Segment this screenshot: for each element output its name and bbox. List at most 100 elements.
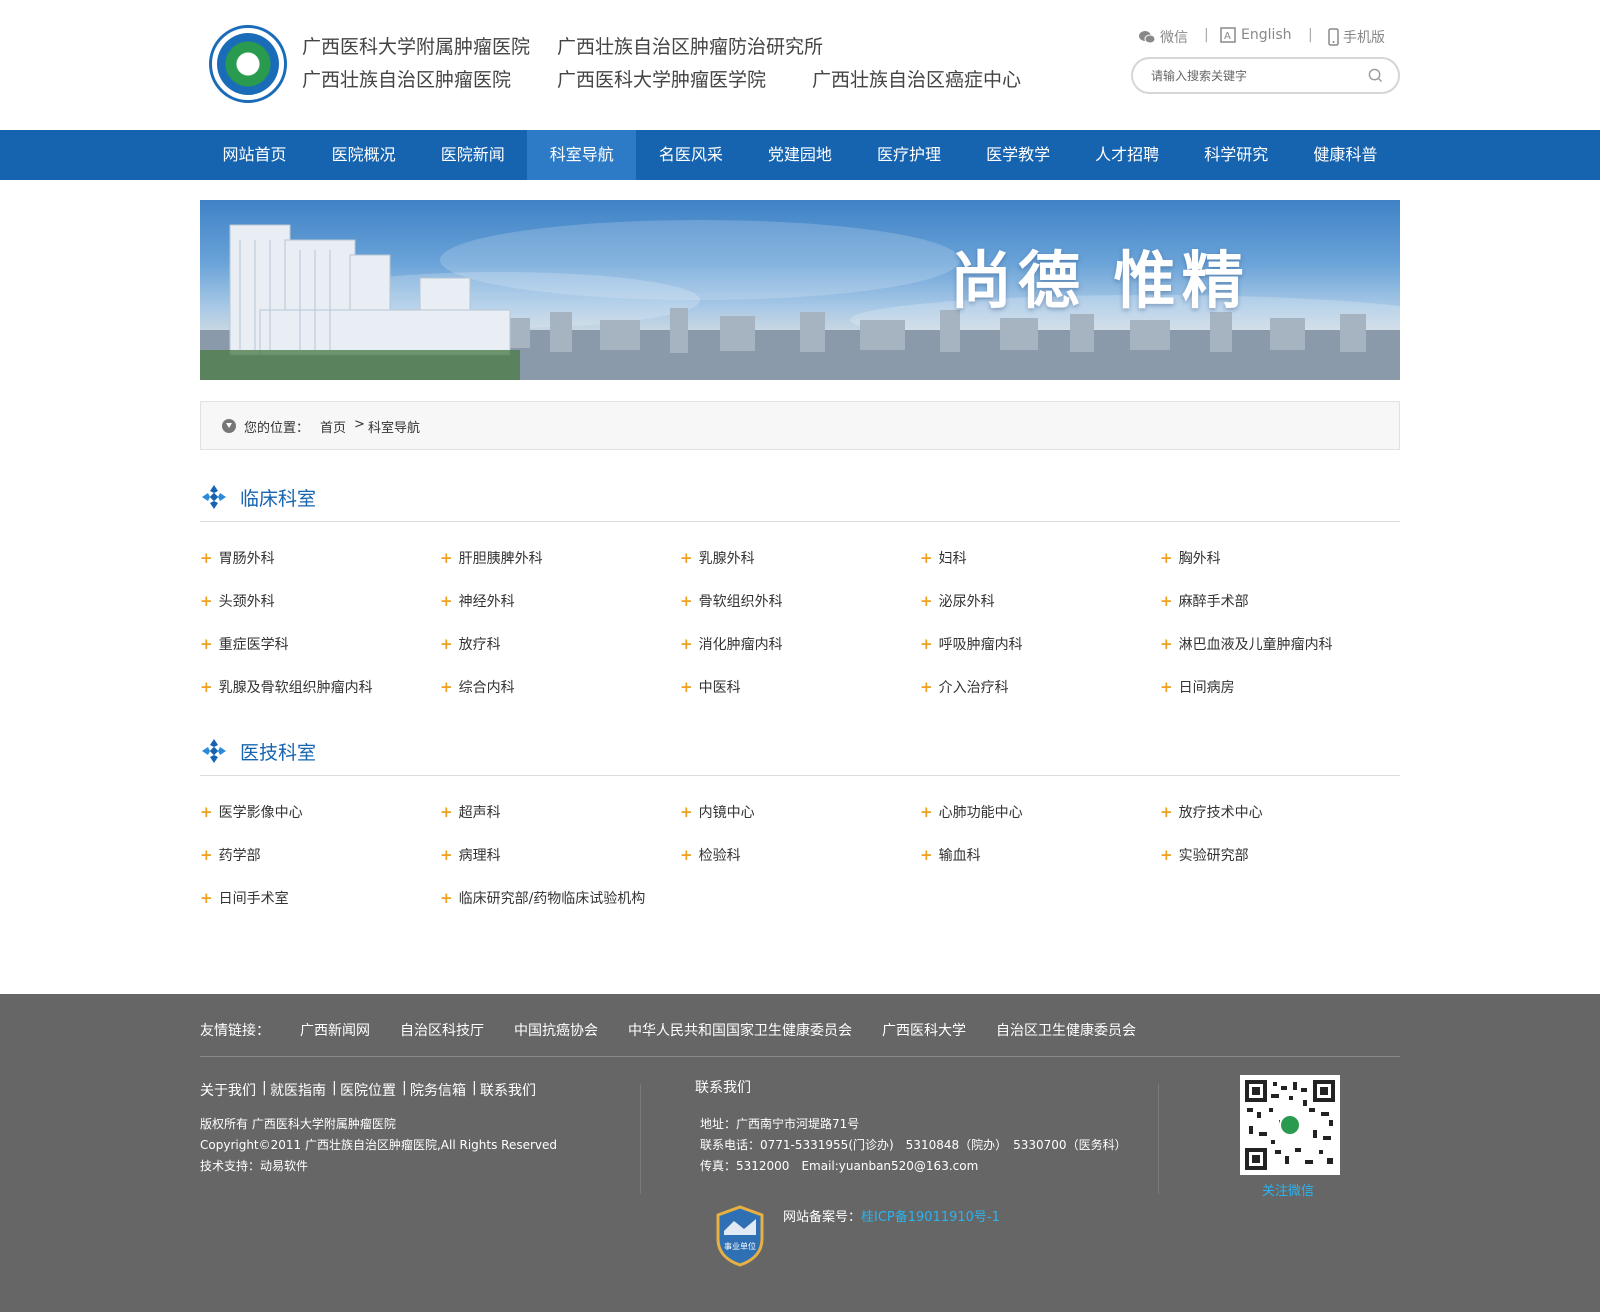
english-link[interactable]: A English — [1220, 27, 1292, 43]
dept-link[interactable]: + 内镜中心 — [680, 802, 755, 822]
plus-icon: + — [920, 846, 933, 864]
svg-text:事业单位: 事业单位 — [724, 1241, 756, 1251]
dept-link[interactable]: + 放疗科 — [440, 634, 501, 654]
friend-link[interactable]: 中国抗癌协会 — [514, 1020, 598, 1040]
wechat-icon — [1139, 31, 1156, 44]
dept-link[interactable]: + 肝胆胰脾外科 — [440, 548, 543, 568]
contact-fax-email: 传真：5312000 Email:yuanban520@163.com — [700, 1159, 979, 1173]
dept-link[interactable]: + 综合内科 — [440, 677, 515, 697]
friend-link[interactable]: 自治区卫生健康委员会 — [996, 1020, 1136, 1040]
dept-link[interactable]: + 妇科 — [920, 548, 967, 568]
footer-contact[interactable]: 联系我们 — [480, 1080, 536, 1100]
dept-link[interactable]: + 呼吸肿瘤内科 — [920, 634, 1023, 654]
dept-link[interactable]: + 病理科 — [440, 845, 501, 865]
icp-label: 网站备案号： — [783, 1210, 862, 1225]
dept-link[interactable]: + 心肺功能中心 — [920, 802, 1023, 822]
badge-icon[interactable]: 事业单位 — [714, 1205, 766, 1267]
english-icon: A — [1220, 27, 1236, 43]
mobile-label: 手机版 — [1343, 30, 1385, 46]
dept-label: 淋巴血液及儿童肿瘤内科 — [1178, 637, 1333, 653]
nav-recruit[interactable]: 人才招聘 — [1073, 130, 1182, 180]
nav-home[interactable]: 网站首页 — [200, 130, 309, 180]
dept-label: 介入治疗科 — [938, 680, 1009, 696]
search-icon[interactable] — [1368, 68, 1383, 83]
footer-location[interactable]: 医院位置 — [340, 1080, 396, 1100]
nav-party[interactable]: 党建园地 — [745, 130, 854, 180]
dept-link[interactable]: + 检验科 — [680, 845, 741, 865]
dept-link[interactable]: + 麻醉手术部 — [1160, 591, 1249, 611]
dept-link[interactable]: + 临床研究部/药物临床试验机构 — [440, 888, 645, 908]
footer: 友情链接： 广西新闻网 自治区科技厅 中国抗癌协会 中华人民共和国国家卫生健康委… — [0, 994, 1600, 1312]
dept-link[interactable]: + 超声科 — [440, 802, 501, 822]
nav-research[interactable]: 科学研究 — [1182, 130, 1291, 180]
friend-link[interactable]: 自治区科技厅 — [400, 1020, 484, 1040]
nav-nursing[interactable]: 医疗护理 — [854, 130, 963, 180]
footer-about[interactable]: 关于我们 — [200, 1080, 256, 1100]
dept-label: 实验研究部 — [1178, 848, 1249, 864]
dept-link[interactable]: + 实验研究部 — [1160, 845, 1249, 865]
contact-phone: 联系电话：0771-5331955(门诊办) 5310848（院办） 53307… — [700, 1138, 1127, 1152]
contact-address: 地址：广西南宁市河堤路71号 — [700, 1117, 860, 1131]
header: 广西医科大学附属肿瘤医院 广西壮族自治区肿瘤防治研究所 广西壮族自治区肿瘤医院 … — [0, 0, 1600, 130]
nav-overview[interactable]: 医院概况 — [309, 130, 418, 180]
mobile-link[interactable]: 手机版 — [1328, 27, 1385, 47]
dept-link[interactable]: + 日间手术室 — [200, 888, 289, 908]
separator: | — [1204, 27, 1209, 43]
dept-label: 中医科 — [698, 680, 741, 696]
dept-link[interactable]: + 消化肿瘤内科 — [680, 634, 783, 654]
footer-guide[interactable]: 就医指南 — [270, 1080, 326, 1100]
dept-link[interactable]: + 放疗技术中心 — [1160, 802, 1263, 822]
contact-title: 联系我们 — [695, 1080, 751, 1096]
icp-link[interactable]: 桂ICP备19011910号-1 — [861, 1210, 1000, 1225]
dept-link[interactable]: + 头颈外科 — [200, 591, 275, 611]
nav-education[interactable]: 医学教学 — [964, 130, 1073, 180]
plus-icon: + — [200, 846, 213, 864]
dept-link[interactable]: + 介入治疗科 — [920, 677, 1009, 697]
search-box — [1131, 57, 1400, 94]
plus-icon: + — [680, 678, 693, 696]
dept-link[interactable]: + 乳腺及骨软组织肿瘤内科 — [200, 677, 373, 697]
dept-label: 泌尿外科 — [938, 594, 995, 610]
dept-label: 输血科 — [938, 848, 981, 864]
breadcrumb-home[interactable]: 首页 — [320, 417, 346, 436]
dept-link[interactable]: + 泌尿外科 — [920, 591, 995, 611]
nav-health[interactable]: 健康科普 — [1291, 130, 1400, 180]
dept-link[interactable]: + 日间病房 — [1160, 677, 1235, 697]
dept-link[interactable]: + 淋巴血液及儿童肿瘤内科 — [1160, 634, 1333, 654]
dept-link[interactable]: + 输血科 — [920, 845, 981, 865]
nav-doctors[interactable]: 名医风采 — [636, 130, 745, 180]
footer-mailbox[interactable]: 院务信箱 — [410, 1080, 466, 1100]
plus-icon: + — [200, 889, 213, 907]
hospital-logo[interactable] — [209, 25, 287, 103]
search-input[interactable] — [1151, 66, 1351, 86]
dept-link[interactable]: + 重症医学科 — [200, 634, 289, 654]
dept-label: 神经外科 — [458, 594, 515, 610]
medtech-section-header: 医技科室 — [200, 730, 1400, 776]
plus-icon: + — [920, 678, 933, 696]
separator: | — [402, 1080, 407, 1096]
dept-link[interactable]: + 中医科 — [680, 677, 741, 697]
dept-link[interactable]: + 乳腺外科 — [680, 548, 755, 568]
friend-link[interactable]: 中华人民共和国国家卫生健康委员会 — [628, 1020, 852, 1040]
dept-link[interactable]: + 骨软组织外科 — [680, 591, 783, 611]
plus-icon: + — [440, 635, 453, 653]
breadcrumb-arrow: > — [354, 417, 365, 432]
plus-icon: + — [1160, 635, 1173, 653]
wechat-link[interactable]: 微信 — [1138, 27, 1188, 47]
nav-news[interactable]: 医院新闻 — [418, 130, 527, 180]
dept-link[interactable]: + 胸外科 — [1160, 548, 1221, 568]
nav-departments[interactable]: 科室导航 — [527, 130, 637, 180]
dept-label: 检验科 — [698, 848, 741, 864]
dept-link[interactable]: + 医学影像中心 — [200, 802, 303, 822]
friend-link[interactable]: 广西医科大学 — [882, 1020, 966, 1040]
breadcrumb-current[interactable]: 科室导航 — [368, 417, 420, 436]
plus-icon: + — [200, 635, 213, 653]
dept-link[interactable]: + 胃肠外科 — [200, 548, 275, 568]
dept-link[interactable]: + 药学部 — [200, 845, 261, 865]
dept-link[interactable]: + 神经外科 — [440, 591, 515, 611]
utility-links: 微信 | A English | 手机版 — [1138, 27, 1388, 49]
plus-icon: + — [1160, 678, 1173, 696]
friend-links-label: 友情链接： — [200, 1023, 270, 1039]
friend-link[interactable]: 广西新闻网 — [300, 1020, 370, 1040]
mobile-icon — [1328, 28, 1339, 46]
